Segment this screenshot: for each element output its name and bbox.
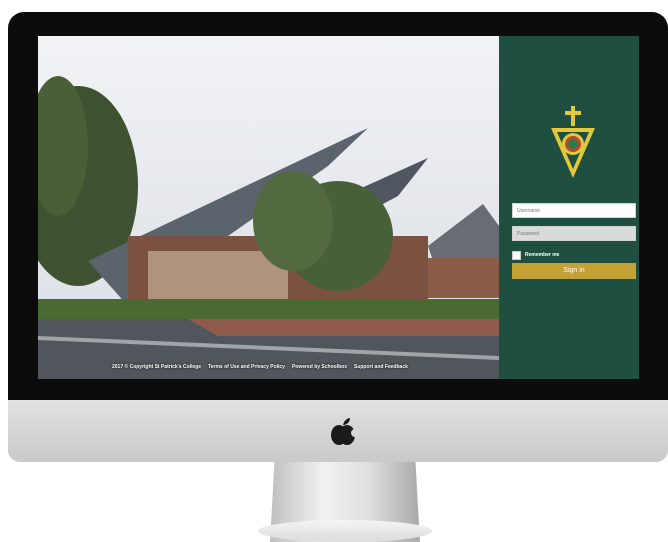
terms-link[interactable]: Terms of Use and Privacy Policy [208, 364, 285, 370]
school-crest-icon [551, 106, 595, 178]
powered-by-link[interactable]: Powered by Schoolbox [292, 364, 347, 370]
remember-me-checkbox[interactable] [512, 250, 521, 260]
sign-in-button[interactable]: Sign in [512, 263, 636, 279]
screen: Remember me Sign in 2017 © Copyright St … [38, 36, 639, 379]
monitor-stand-base [258, 520, 432, 542]
login-panel: Remember me Sign in [499, 36, 639, 379]
password-input[interactable] [512, 226, 636, 241]
copyright-text: 2017 © Copyright St Patrick's College [112, 364, 202, 370]
background-photo [38, 36, 499, 379]
remember-me-label: Remember me [525, 252, 560, 258]
remember-me-row: Remember me [512, 250, 559, 260]
apple-logo-icon [331, 418, 356, 445]
footer: 2017 © Copyright St Patrick's College Te… [112, 364, 408, 370]
support-link[interactable]: Support and Feedback [354, 364, 408, 370]
username-input[interactable] [512, 203, 636, 218]
